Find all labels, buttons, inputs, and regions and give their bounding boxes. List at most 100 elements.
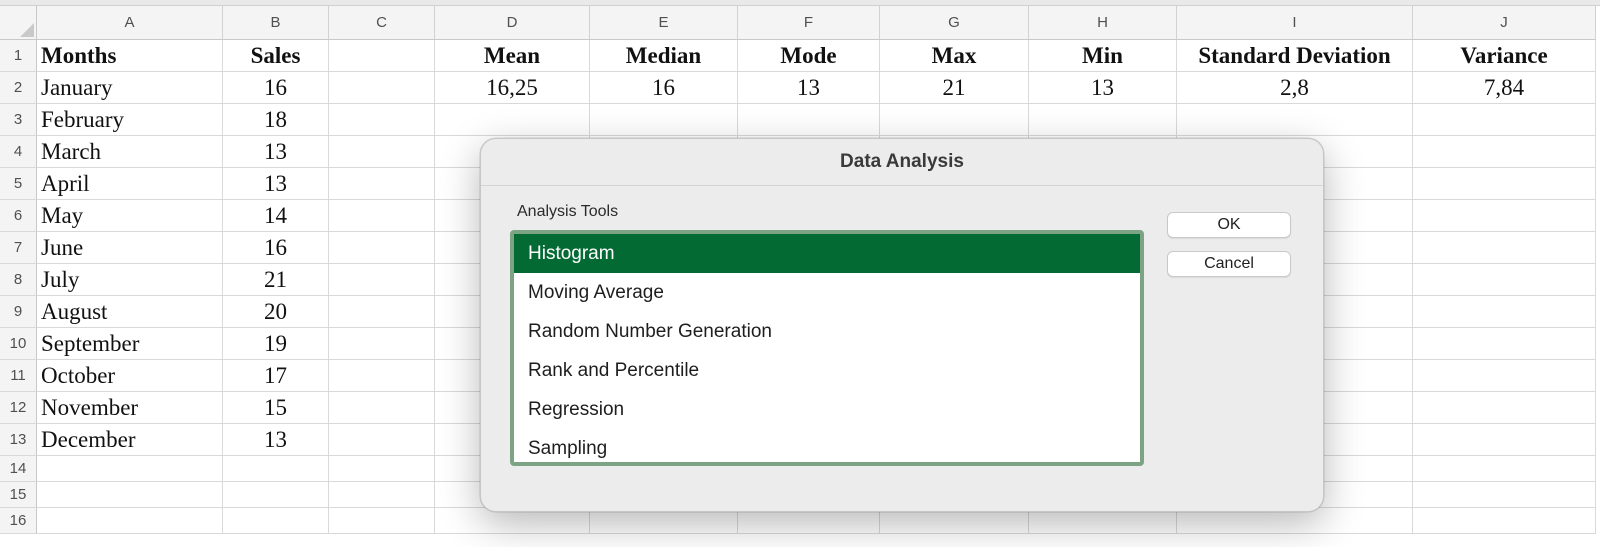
column-header-e[interactable]: E (590, 6, 738, 40)
cell-b10[interactable]: 19 (223, 328, 329, 360)
empty-cell[interactable] (329, 456, 435, 482)
cell-a9[interactable]: August (37, 296, 223, 328)
empty-cell[interactable] (329, 328, 435, 360)
cell-b3[interactable]: 18 (223, 104, 329, 136)
empty-cell[interactable] (1413, 168, 1596, 200)
cell-b4[interactable]: 13 (223, 136, 329, 168)
row-header[interactable]: 5 (0, 168, 37, 200)
empty-cell[interactable] (1413, 424, 1596, 456)
empty-cell[interactable] (329, 232, 435, 264)
row-header[interactable]: 8 (0, 264, 37, 296)
empty-cell[interactable] (1413, 232, 1596, 264)
list-item-histogram[interactable]: Histogram (514, 234, 1140, 273)
row-header[interactable]: 15 (0, 482, 37, 508)
cell-c1[interactable] (329, 40, 435, 72)
cell-a3[interactable]: February (37, 104, 223, 136)
empty-cell[interactable] (1413, 104, 1596, 136)
column-header-g[interactable]: G (880, 6, 1029, 40)
list-item-random-number-generation[interactable]: Random Number Generation (514, 312, 1140, 351)
list-item-sampling[interactable]: Sampling (514, 429, 1140, 462)
empty-cell[interactable] (223, 508, 329, 534)
cell-a4[interactable]: March (37, 136, 223, 168)
empty-cell[interactable] (329, 508, 435, 534)
column-header-j[interactable]: J (1413, 6, 1596, 40)
cell-b11[interactable]: 17 (223, 360, 329, 392)
cell-h1[interactable]: Min (1029, 40, 1177, 72)
cell-b2[interactable]: 16 (223, 72, 329, 104)
cell-a1[interactable]: Months (37, 40, 223, 72)
cell-a12[interactable]: November (37, 392, 223, 424)
column-header-f[interactable]: F (738, 6, 880, 40)
cell-b7[interactable]: 16 (223, 232, 329, 264)
empty-cell[interactable] (329, 296, 435, 328)
list-item-rank-and-percentile[interactable]: Rank and Percentile (514, 351, 1140, 390)
cell-e1[interactable]: Median (590, 40, 738, 72)
cell-b6[interactable]: 14 (223, 200, 329, 232)
cell-g2[interactable]: 21 (880, 72, 1029, 104)
cell-b1[interactable]: Sales (223, 40, 329, 72)
empty-cell[interactable] (329, 104, 435, 136)
row-header[interactable]: 3 (0, 104, 37, 136)
row-header[interactable]: 14 (0, 456, 37, 482)
cell-f1[interactable]: Mode (738, 40, 880, 72)
cell-a11[interactable]: October (37, 360, 223, 392)
empty-cell[interactable] (329, 136, 435, 168)
empty-cell[interactable] (329, 392, 435, 424)
cell-b8[interactable]: 21 (223, 264, 329, 296)
empty-cell[interactable] (1413, 482, 1596, 508)
cell-a5[interactable]: April (37, 168, 223, 200)
cell-g1[interactable]: Max (880, 40, 1029, 72)
empty-cell[interactable] (435, 104, 590, 136)
empty-cell[interactable] (329, 200, 435, 232)
empty-cell[interactable] (1413, 136, 1596, 168)
empty-cell[interactable] (590, 104, 738, 136)
select-all-corner[interactable] (0, 6, 37, 40)
empty-cell[interactable] (1413, 508, 1596, 534)
row-header[interactable]: 11 (0, 360, 37, 392)
empty-cell[interactable] (1413, 264, 1596, 296)
empty-cell[interactable] (329, 424, 435, 456)
empty-cell[interactable] (1413, 296, 1596, 328)
cell-h2[interactable]: 13 (1029, 72, 1177, 104)
cell-i1[interactable]: Standard Deviation (1177, 40, 1413, 72)
cell-b9[interactable]: 20 (223, 296, 329, 328)
list-item-moving-average[interactable]: Moving Average (514, 273, 1140, 312)
row-header[interactable]: 4 (0, 136, 37, 168)
row-header[interactable]: 12 (0, 392, 37, 424)
column-header-b[interactable]: B (223, 6, 329, 40)
cell-i2[interactable]: 2,8 (1177, 72, 1413, 104)
cell-e2[interactable]: 16 (590, 72, 738, 104)
row-header[interactable]: 6 (0, 200, 37, 232)
cell-a2[interactable]: January (37, 72, 223, 104)
column-header-i[interactable]: I (1177, 6, 1413, 40)
row-header[interactable]: 7 (0, 232, 37, 264)
empty-cell[interactable] (1413, 360, 1596, 392)
cell-b5[interactable]: 13 (223, 168, 329, 200)
empty-cell[interactable] (880, 104, 1029, 136)
row-header[interactable]: 13 (0, 424, 37, 456)
cancel-button[interactable]: Cancel (1167, 251, 1291, 277)
empty-cell[interactable] (37, 482, 223, 508)
cell-j2[interactable]: 7,84 (1413, 72, 1596, 104)
cell-d2[interactable]: 16,25 (435, 72, 590, 104)
empty-cell[interactable] (37, 508, 223, 534)
cell-b12[interactable]: 15 (223, 392, 329, 424)
analysis-tools-list[interactable]: Histogram Moving Average Random Number G… (510, 230, 1144, 466)
empty-cell[interactable] (329, 264, 435, 296)
empty-cell[interactable] (1413, 200, 1596, 232)
row-header[interactable]: 2 (0, 72, 37, 104)
column-header-h[interactable]: H (1029, 6, 1177, 40)
cell-d1[interactable]: Mean (435, 40, 590, 72)
empty-cell[interactable] (37, 456, 223, 482)
row-header[interactable]: 10 (0, 328, 37, 360)
empty-cell[interactable] (329, 482, 435, 508)
cell-a7[interactable]: June (37, 232, 223, 264)
empty-cell[interactable] (223, 482, 329, 508)
ok-button[interactable]: OK (1167, 212, 1291, 238)
column-header-d[interactable]: D (435, 6, 590, 40)
empty-cell[interactable] (329, 168, 435, 200)
cell-a10[interactable]: September (37, 328, 223, 360)
empty-cell[interactable] (223, 456, 329, 482)
column-header-c[interactable]: C (329, 6, 435, 40)
empty-cell[interactable] (1177, 104, 1413, 136)
